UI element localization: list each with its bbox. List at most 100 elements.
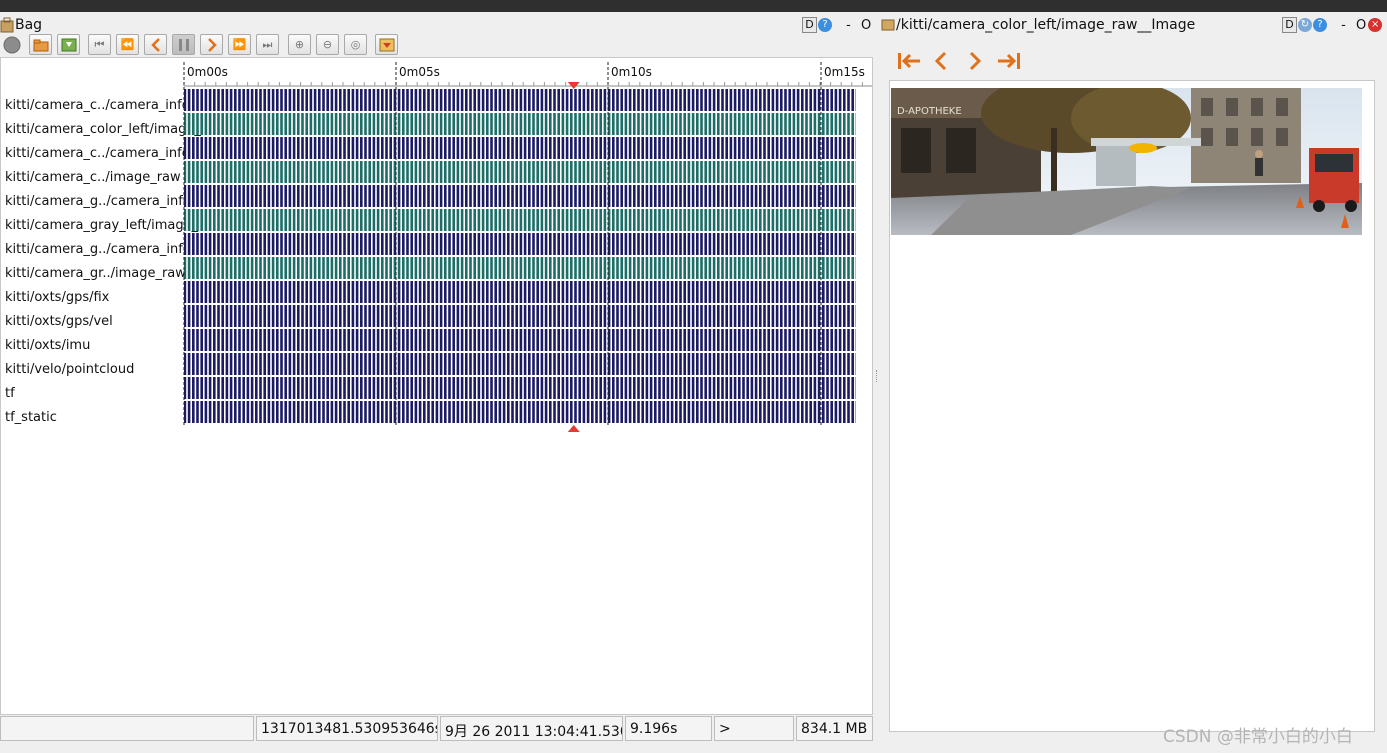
message-gap: [845, 329, 848, 351]
save-bag-icon[interactable]: [57, 34, 80, 55]
timeline-canvas[interactable]: [1, 58, 872, 458]
message-gap: [240, 89, 243, 111]
open-bag-icon[interactable]: [29, 34, 52, 55]
message-gap: [635, 377, 638, 399]
message-gap: [287, 401, 289, 423]
message-gap: [303, 233, 306, 255]
message-gap: [266, 89, 268, 111]
message-gap: [203, 209, 205, 231]
message-gap: [568, 161, 570, 183]
message-gap: [358, 113, 360, 135]
message-gap: [350, 137, 352, 159]
record-icon[interactable]: [3, 36, 21, 54]
go-to-start-icon[interactable]: ⏮: [88, 34, 111, 55]
message-gap: [337, 113, 339, 135]
message-gap: [480, 281, 482, 303]
message-gap: [572, 329, 575, 351]
message-gap: [295, 377, 297, 399]
message-gap: [723, 305, 726, 327]
message-gap: [581, 113, 583, 135]
message-gap: [358, 281, 360, 303]
rewind-icon[interactable]: ⏪: [116, 34, 139, 55]
message-gap: [707, 185, 709, 207]
help-icon[interactable]: ?: [818, 18, 832, 32]
message-gap: [190, 401, 192, 423]
message-gap: [711, 89, 713, 111]
message-gap: [287, 161, 289, 183]
topic-message-row: [184, 161, 856, 183]
message-gap: [190, 161, 192, 183]
zoom-reset-icon[interactable]: ◎: [344, 34, 367, 55]
message-gap: [589, 257, 591, 279]
message-gap: [623, 281, 625, 303]
dock-button[interactable]: D: [1282, 17, 1297, 33]
message-gap: [467, 89, 470, 111]
message-gap: [597, 137, 600, 159]
message-gap: [308, 89, 310, 111]
message-gap: [463, 401, 465, 423]
pause-icon[interactable]: [172, 34, 195, 55]
message-gap: [429, 401, 432, 423]
close-icon[interactable]: ×: [1368, 18, 1383, 32]
message-gap: [665, 329, 667, 351]
message-gap: [576, 233, 579, 255]
dock-button[interactable]: D: [802, 17, 817, 33]
go-to-end-icon[interactable]: ⏭: [256, 34, 279, 55]
message-gap: [761, 305, 764, 327]
splitter-handle[interactable]: [876, 370, 879, 382]
message-gap: [312, 209, 314, 231]
message-gap: [404, 353, 407, 375]
message-gap: [824, 137, 827, 159]
status-input[interactable]: [0, 716, 254, 741]
message-gap: [375, 137, 377, 159]
message-gap: [350, 305, 352, 327]
message-gap: [757, 161, 759, 183]
message-gap: [215, 377, 218, 399]
message-gap: [656, 257, 659, 279]
message-gap: [686, 89, 688, 111]
message-gap: [694, 161, 696, 183]
message-gap: [295, 89, 297, 111]
reload-icon[interactable]: ↻: [1298, 18, 1312, 32]
message-gap: [518, 281, 520, 303]
help-icon[interactable]: ?: [1313, 18, 1327, 32]
message-gap: [211, 185, 213, 207]
message-gap: [702, 161, 705, 183]
message-gap: [795, 329, 797, 351]
message-gap: [245, 185, 247, 207]
message-gap: [429, 185, 432, 207]
restore-button[interactable]: O: [1356, 18, 1366, 33]
message-gap: [501, 401, 503, 423]
message-gap: [492, 233, 495, 255]
message-gap: [312, 329, 314, 351]
image-nav-prev-icon[interactable]: [931, 50, 951, 76]
image-nav-last-icon[interactable]: [996, 50, 1022, 76]
message-gap: [236, 377, 239, 399]
message-gap: [211, 113, 213, 135]
message-gap: [534, 113, 537, 135]
minimize-button[interactable]: -: [1341, 18, 1346, 33]
message-gap: [245, 89, 247, 111]
fast-forward-icon[interactable]: ⏩: [228, 34, 251, 55]
step-back-icon[interactable]: [144, 34, 167, 55]
message-gap: [446, 185, 449, 207]
message-gap: [681, 113, 684, 135]
message-gap: [694, 329, 696, 351]
message-gap: [833, 233, 835, 255]
message-gap: [282, 89, 285, 111]
minimize-button[interactable]: -: [846, 18, 851, 33]
restore-button[interactable]: O: [861, 18, 871, 33]
thumbnail-toggle-icon[interactable]: [375, 34, 398, 55]
message-gap: [791, 281, 793, 303]
step-forward-icon[interactable]: [200, 34, 223, 55]
image-nav-next-icon[interactable]: [965, 50, 985, 76]
message-gap: [383, 257, 386, 279]
image-nav-first-icon[interactable]: [896, 50, 922, 76]
message-gap: [526, 209, 528, 231]
message-gap: [576, 329, 579, 351]
message-gap: [253, 185, 255, 207]
message-gap: [442, 89, 444, 111]
message-gap: [471, 257, 474, 279]
zoom-in-icon[interactable]: ⊕: [288, 34, 311, 55]
zoom-out-icon[interactable]: ⊖: [316, 34, 339, 55]
